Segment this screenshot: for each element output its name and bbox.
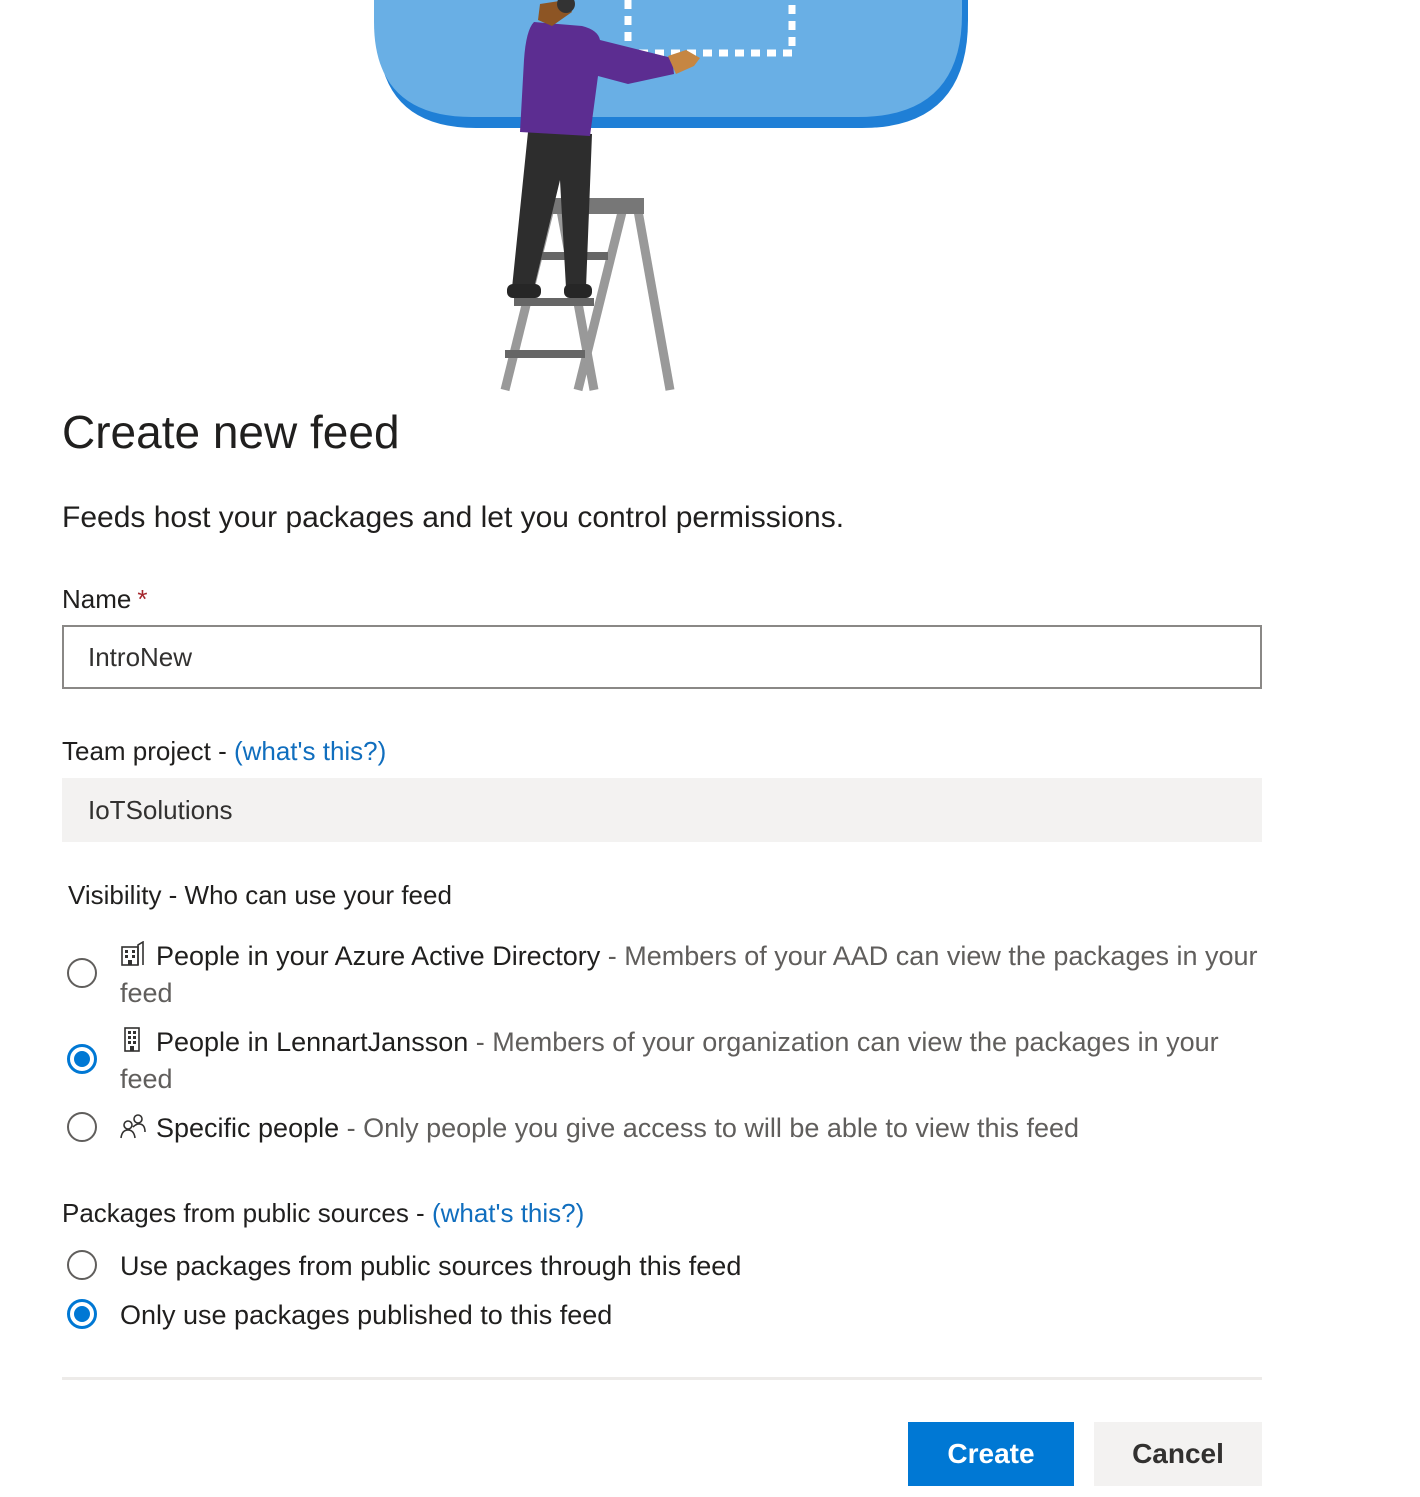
visibility-radio-organization[interactable] <box>67 1044 97 1074</box>
visibility-option-aad-title: People in your Azure Active Directory <box>156 941 601 971</box>
visibility-option-organization-text: People in LennartJansson - Members of yo… <box>120 1024 1260 1098</box>
team-project-label-text: Team project - <box>62 736 234 766</box>
public-sources-label: Packages from public sources - (what's t… <box>62 1195 584 1231</box>
required-marker: * <box>137 584 148 614</box>
dialog-subtitle: Feeds host your packages and let you con… <box>62 501 845 534</box>
public-sources-label-text: Packages from public sources - <box>62 1198 432 1228</box>
visibility-option-aad-text: People in your Azure Active Directory - … <box>120 938 1260 1012</box>
public-sources-help-link[interactable]: (what's this?) <box>432 1198 584 1228</box>
people-icon <box>120 1114 146 1139</box>
team-project-label: Team project - (what's this?) <box>62 733 386 769</box>
visibility-option-specific-description: - Only people you give access to will be… <box>339 1113 1080 1143</box>
visibility-option-specific-title: Specific people <box>156 1113 340 1143</box>
team-project-field: IoTSolutions <box>62 778 1262 842</box>
name-input[interactable] <box>62 625 1262 689</box>
name-label-text: Name <box>62 584 132 614</box>
visibility-radio-specific[interactable] <box>67 1112 97 1142</box>
create-button[interactable]: Create <box>908 1422 1074 1486</box>
public-sources-option-published-only-label: Only use packages published to this feed <box>120 1300 613 1330</box>
feed-illustration <box>374 0 968 392</box>
visibility-option-specific-text: Specific people - Only people you give a… <box>120 1110 1260 1147</box>
footer-divider <box>62 1377 1262 1380</box>
public-sources-radio-published-only[interactable] <box>67 1299 97 1329</box>
public-sources-radio-upstream[interactable] <box>67 1250 97 1280</box>
public-sources-option-upstream-label: Use packages from public sources through… <box>120 1251 742 1281</box>
page-title: Create new feed <box>62 406 400 458</box>
visibility-label: Visibility - Who can use your feed <box>68 880 452 910</box>
visibility-option-organization-title: People in LennartJansson <box>156 1027 469 1057</box>
visibility-radio-aad[interactable] <box>67 958 97 988</box>
organization-icon <box>124 1027 140 1052</box>
building-icon <box>121 941 144 966</box>
cancel-button[interactable]: Cancel <box>1094 1422 1262 1486</box>
team-project-help-link[interactable]: (what's this?) <box>234 736 386 766</box>
name-label: Name * <box>62 581 147 617</box>
